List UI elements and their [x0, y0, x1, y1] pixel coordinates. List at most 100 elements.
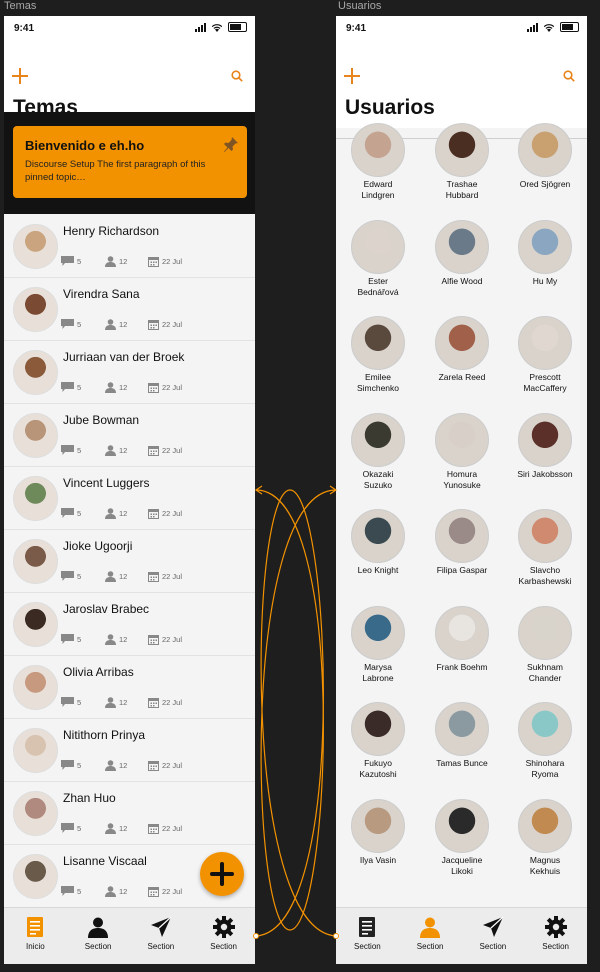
- tab-section-2[interactable]: Section: [130, 908, 193, 964]
- user-card[interactable]: Leo Knight: [336, 499, 420, 595]
- replies-value: 5: [77, 382, 82, 392]
- user-card[interactable]: Sukhnam Chander: [503, 596, 587, 692]
- user-name: Magnus Kekhuis: [529, 854, 561, 876]
- avatar: [13, 476, 58, 521]
- user-card[interactable]: Prescott MacCaffery: [503, 306, 587, 402]
- replies-count: 5: [61, 571, 81, 581]
- tab-section-1[interactable]: Section: [67, 908, 130, 964]
- topic-row[interactable]: Jurriaan van der Broek 5 12 22 Jul: [4, 341, 255, 404]
- calendar-icon: [148, 761, 159, 771]
- topic-author: Virendra Sana: [63, 287, 140, 301]
- topic-date: 22 Jul: [148, 508, 182, 519]
- replies-value: 5: [77, 697, 82, 707]
- users-count: 12: [105, 319, 127, 330]
- user-card[interactable]: Ored Sjögren: [503, 113, 587, 209]
- send-icon: [150, 916, 172, 938]
- pinned-section: Bienvenido e eh.ho Discourse Setup The f…: [4, 112, 255, 214]
- user-card[interactable]: Edward Lindgren: [336, 113, 420, 209]
- user-card[interactable]: Magnus Kekhuis: [503, 789, 587, 885]
- topic-list: Henry Richardson 5 12 22 Jul Virendra Sana 5 1…: [4, 215, 255, 908]
- tab-section-3[interactable]: Section: [192, 908, 255, 964]
- avatar: [435, 702, 489, 756]
- topic-row[interactable]: Vincent Luggers 5 12 22 Jul: [4, 467, 255, 530]
- tab-label: Section: [354, 942, 381, 951]
- topic-row[interactable]: Virendra Sana 5 12 22 Jul: [4, 278, 255, 341]
- avatar: [518, 316, 572, 370]
- user-card[interactable]: Tamas Bunce: [420, 692, 504, 788]
- tab-section-1[interactable]: Section: [399, 908, 462, 964]
- user-card[interactable]: Fukuyo Kazutoshi: [336, 692, 420, 788]
- user-name: Edward Lindgren: [361, 179, 395, 200]
- user-card[interactable]: Siri Jakobsson: [503, 403, 587, 499]
- topic-row[interactable]: Olivia Arribas 5 12 22 Jul: [4, 656, 255, 719]
- artboard-label-usuarios: Usuarios: [338, 0, 382, 12]
- tab-inicio[interactable]: Inicio: [4, 908, 67, 964]
- search-icon[interactable]: [563, 70, 575, 82]
- tab-section-3[interactable]: Section: [524, 908, 587, 964]
- tab-section-0[interactable]: Section: [336, 908, 399, 964]
- user-card[interactable]: Homura Yunosuke: [420, 403, 504, 499]
- tab-section-2[interactable]: Section: [462, 908, 525, 964]
- date-value: 22 Jul: [162, 509, 183, 518]
- user-name: Alfie Wood: [441, 275, 483, 286]
- avatar: [13, 287, 58, 332]
- topic-row[interactable]: Nitithorn Prinya 5 12 22 Jul: [4, 719, 255, 782]
- avatar: [13, 665, 58, 710]
- avatar: [13, 413, 58, 458]
- users-count: 12: [105, 634, 127, 645]
- topic-author: Lisanne Viscaal: [63, 854, 147, 868]
- pin-icon: [224, 137, 238, 152]
- pinned-topic-title: Bienvenido e eh.ho: [25, 138, 145, 153]
- user-card[interactable]: Okazaki Suzuko: [336, 403, 420, 499]
- pinned-topic-card[interactable]: Bienvenido e eh.ho Discourse Setup The f…: [13, 126, 247, 198]
- topic-row[interactable]: Jube Bowman 5 12 22 Jul: [4, 404, 255, 467]
- user-card[interactable]: Emilee Simchenko: [336, 306, 420, 402]
- user-name: Okazaki Suzuko: [362, 468, 394, 490]
- avatar: [351, 316, 405, 370]
- add-icon[interactable]: [12, 68, 28, 84]
- users-value: 12: [119, 383, 128, 392]
- user-card[interactable]: Ilya Vasin: [336, 789, 420, 885]
- avatar: [518, 798, 572, 853]
- avatar: [351, 412, 405, 467]
- user-card[interactable]: Slavcho Karbashewski: [503, 499, 587, 595]
- user-card[interactable]: Marysa Labrone: [336, 596, 420, 692]
- calendar-icon: [148, 446, 159, 456]
- user-card[interactable]: Hu My: [503, 210, 587, 306]
- comment-icon: [61, 571, 74, 581]
- replies-count: 5: [61, 319, 81, 329]
- calendar-icon: [148, 572, 159, 582]
- users-value: 12: [119, 257, 128, 266]
- topic-row[interactable]: Henry Richardson 5 12 22 Jul: [4, 215, 255, 278]
- topic-row[interactable]: Zhan Huo 5 12 22 Jul: [4, 782, 255, 845]
- tab-label: Section: [84, 942, 112, 951]
- new-topic-button[interactable]: [200, 852, 244, 896]
- date-value: 22 Jul: [162, 320, 183, 329]
- avatar: [13, 224, 58, 269]
- topic-row[interactable]: Jioke Ugoorji 5 12 22 Jul: [4, 530, 255, 593]
- user-name: Shinohara Ryoma: [525, 758, 565, 779]
- user-card[interactable]: Filipa Gaspar: [420, 499, 504, 595]
- add-icon[interactable]: [344, 68, 360, 84]
- status-bar: 9:41: [336, 16, 587, 42]
- comment-icon: [61, 886, 74, 896]
- user-card[interactable]: Zarela Reed: [420, 306, 504, 402]
- calendar-icon: [148, 509, 159, 519]
- user-card[interactable]: Ester Bednářová: [336, 210, 420, 306]
- comment-icon: [61, 823, 74, 833]
- temas-screen: 9:41 Temas Bienvenido e eh.ho Discourse …: [4, 16, 255, 964]
- user-card[interactable]: Shinohara Ryoma: [503, 692, 587, 788]
- user-card[interactable]: Trashae Hubbard: [420, 113, 504, 209]
- avatar: [13, 854, 58, 899]
- topic-row[interactable]: Jaroslav Brabec 5 12 22 Jul: [4, 593, 255, 656]
- user-card[interactable]: Frank Boehm: [420, 596, 504, 692]
- calendar-icon: [148, 887, 159, 897]
- status-bar: 9:41: [4, 16, 255, 42]
- wifi-icon: [543, 24, 555, 32]
- avatar: [351, 123, 405, 177]
- user-card[interactable]: Jacqueline Likoki: [420, 789, 504, 885]
- topic-date: 22 Jul: [148, 382, 182, 393]
- user-name: Ilya Vasin: [359, 854, 397, 865]
- search-icon[interactable]: [231, 70, 243, 82]
- user-card[interactable]: Alfie Wood: [420, 210, 504, 306]
